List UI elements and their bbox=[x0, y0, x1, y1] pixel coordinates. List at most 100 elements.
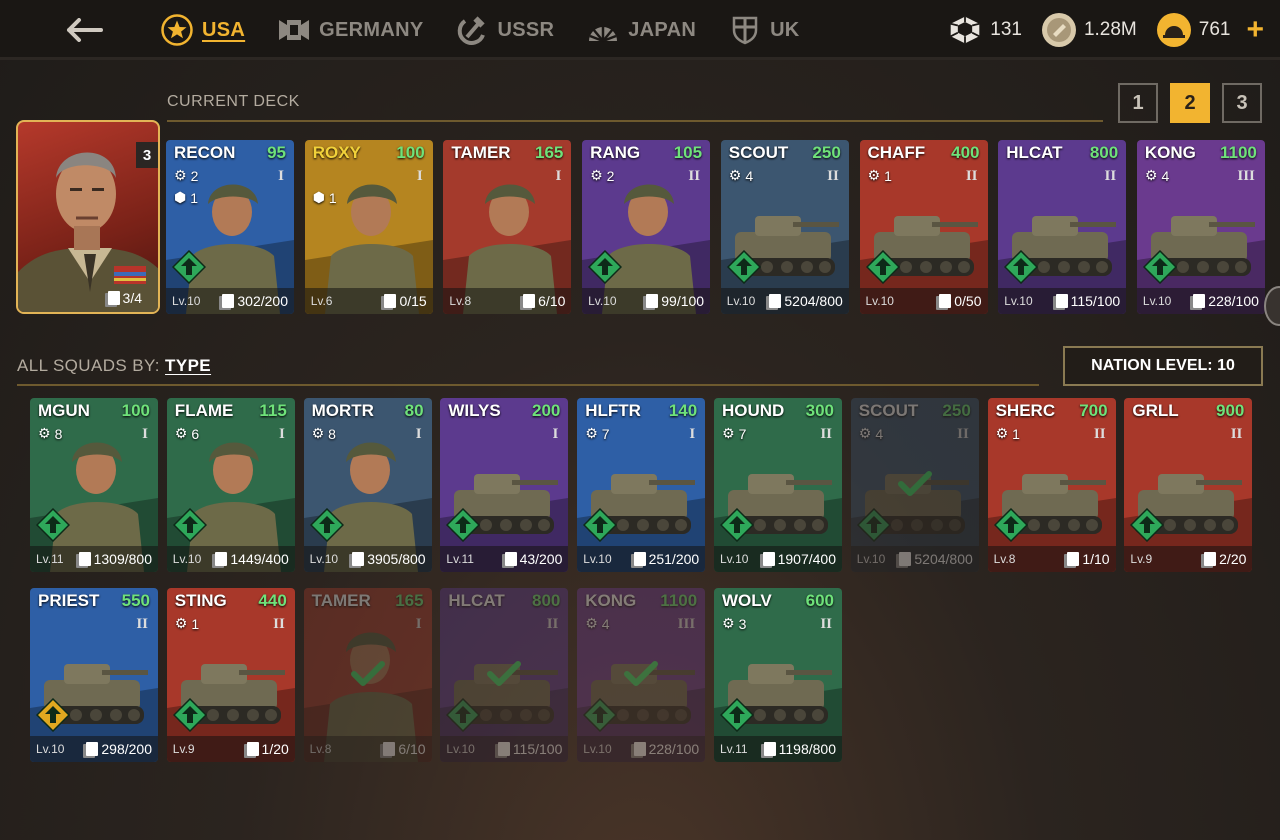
upgrade-arrow-icon[interactable] bbox=[172, 508, 207, 542]
upgrade-arrow-icon[interactable] bbox=[856, 508, 891, 542]
scroll-arrow[interactable] bbox=[1264, 286, 1280, 326]
card-squad-size-value: 7 bbox=[601, 425, 610, 442]
card-level: Lv.11 bbox=[720, 742, 748, 756]
squad-card[interactable]: RECON 95 I ⚙ 2 ⬢ 1 Lv.10 302/200 bbox=[166, 140, 294, 314]
deck-tabs: 1 2 3 bbox=[1118, 83, 1262, 123]
card-icon bbox=[633, 742, 646, 756]
card-squad-size: ⚙ 1 bbox=[175, 615, 199, 632]
silver-currency[interactable]: 1.28M bbox=[1041, 13, 1137, 47]
squad-card[interactable]: WILYS 200 I Lv.11 43/200 bbox=[440, 398, 569, 572]
gold-currency[interactable]: 761 bbox=[1156, 13, 1230, 47]
upgrade-arrow-icon[interactable] bbox=[1142, 250, 1177, 284]
card-cost: 115 bbox=[259, 401, 287, 420]
card-name: SCOUT bbox=[858, 401, 919, 420]
upgrade-arrow-icon[interactable] bbox=[726, 250, 761, 284]
deck-tab-3[interactable]: 3 bbox=[1222, 83, 1262, 123]
currency-bar: 131 1.28M 761 + bbox=[948, 0, 1264, 60]
squad-card[interactable]: SHERC 700 II ⚙ 1 Lv.8 1/10 bbox=[987, 398, 1116, 572]
upgrade-arrow-icon[interactable] bbox=[720, 698, 754, 732]
parts-currency[interactable]: 131 bbox=[948, 13, 1022, 47]
upgrade-arrow-icon[interactable] bbox=[1130, 508, 1165, 542]
gold-upgrade-icon[interactable] bbox=[36, 698, 70, 732]
squad-card[interactable]: TAMER 165 I Lv.8 6/10 bbox=[303, 588, 432, 762]
card-squad-size: ⚙ 7 bbox=[585, 425, 609, 442]
commander-card-count-text: 3/4 bbox=[122, 290, 142, 306]
upgrade-arrow-icon[interactable] bbox=[446, 698, 481, 732]
squad-card[interactable]: WOLV 600 II ⚙ 3 Lv.11 1198/800 bbox=[714, 588, 842, 762]
card-level: Lv.10 bbox=[588, 294, 617, 308]
squad-card[interactable]: MGUN 100 I ⚙ 8 Lv.11 1309/800 bbox=[30, 398, 158, 572]
card-count: 1449/400 bbox=[215, 551, 289, 567]
card-name: STING bbox=[174, 591, 227, 610]
commander-card[interactable]: 3 3/4 bbox=[16, 120, 160, 314]
squad-card[interactable]: KONG 1100 III ⚙ 4 Lv.10 228/100 bbox=[577, 588, 706, 762]
card-name: GRLL bbox=[1132, 401, 1179, 420]
upgrade-arrow-icon[interactable] bbox=[446, 508, 481, 542]
card-count-value: 0/50 bbox=[954, 293, 982, 309]
squad-card[interactable]: STING 440 II ⚙ 1 Lv.9 1/20 bbox=[166, 588, 295, 762]
soldiers-icon: ⚙ bbox=[174, 425, 188, 441]
upgrade-arrow-icon[interactable] bbox=[172, 698, 207, 732]
squad-card[interactable]: GRLL 900 II Lv.9 2/20 bbox=[1124, 398, 1253, 572]
upgrade-arrow-icon[interactable] bbox=[588, 250, 623, 284]
card-cost: 165 bbox=[395, 591, 424, 610]
upgrade-arrow-icon[interactable] bbox=[583, 508, 618, 542]
upgrade-arrow-icon[interactable] bbox=[36, 508, 70, 542]
squad-card[interactable]: ROXY 100 I ⬢ 1 Lv.6 0/15 bbox=[304, 140, 433, 314]
sort-type-button[interactable]: TYPE bbox=[165, 356, 211, 375]
tab-uk[interactable]: UK bbox=[728, 13, 800, 47]
upgrade-arrow-icon[interactable] bbox=[865, 250, 900, 284]
upgrade-arrow-icon[interactable] bbox=[172, 250, 206, 284]
deck-tab-1[interactable]: 1 bbox=[1118, 83, 1158, 123]
upgrade-arrow-icon[interactable] bbox=[309, 508, 344, 542]
card-tier: II bbox=[1093, 426, 1106, 442]
squad-card[interactable]: HOUND 300 II ⚙ 7 Lv.10 1907/400 bbox=[714, 398, 842, 572]
card-icon bbox=[762, 552, 775, 566]
card-tier: II bbox=[827, 168, 839, 184]
soldiers-icon: ⚙ bbox=[858, 425, 872, 441]
card-icon bbox=[222, 294, 235, 308]
squad-card[interactable]: FLAME 115 I ⚙ 6 Lv.10 1449/400 bbox=[166, 398, 295, 572]
current-deck-title: CURRENT DECK bbox=[167, 93, 300, 110]
buy-gold-button[interactable]: + bbox=[1246, 15, 1264, 45]
card-level: Lv.10 bbox=[1004, 294, 1033, 308]
tab-ussr[interactable]: USSR bbox=[455, 13, 554, 47]
squad-card[interactable]: HLCAT 800 II Lv.10 115/100 bbox=[998, 140, 1127, 314]
back-button[interactable] bbox=[62, 14, 106, 46]
tab-japan[interactable]: JAPAN bbox=[586, 13, 696, 47]
commander-level: 3 bbox=[136, 142, 158, 168]
card-count: 302/200 bbox=[222, 293, 288, 309]
arrow-left-icon bbox=[67, 18, 103, 42]
squad-card[interactable]: RANG 105 II ⚙ 2 Lv.10 99/100 bbox=[582, 140, 711, 314]
card-footer: Lv.8 1/10 bbox=[987, 546, 1116, 572]
squad-card[interactable]: MORTR 80 I ⚙ 8 Lv.10 3905/800 bbox=[303, 398, 432, 572]
card-icon bbox=[1055, 294, 1068, 308]
card-level: Lv.11 bbox=[36, 552, 64, 566]
squad-card[interactable]: CHAFF 400 II ⚙ 1 Lv.10 0/50 bbox=[859, 140, 988, 314]
squad-card[interactable]: HLCAT 800 II Lv.10 115/100 bbox=[440, 588, 569, 762]
squad-card[interactable]: SCOUT 250 II ⚙ 4 Lv.10 5204/800 bbox=[850, 398, 979, 572]
card-footer: Lv.10 302/200 bbox=[166, 288, 294, 314]
card-count-value: 99/100 bbox=[661, 293, 705, 309]
card-cost: 1100 bbox=[1220, 143, 1257, 162]
squad-card[interactable]: KONG 1100 III ⚙ 4 Lv.10 228/100 bbox=[1136, 140, 1265, 314]
nation-level-button[interactable]: NATION LEVEL: 10 bbox=[1063, 346, 1263, 386]
card-tier: II bbox=[820, 616, 832, 632]
squad-card[interactable]: PRIEST 550 II Lv.10 298/200 bbox=[30, 588, 158, 762]
tab-germany[interactable]: GERMANY bbox=[277, 13, 423, 47]
tab-usa[interactable]: USA bbox=[160, 13, 245, 47]
card-cost: 100 bbox=[121, 401, 150, 420]
card-count: 228/100 bbox=[1193, 293, 1259, 309]
card-name: SHERC bbox=[995, 401, 1056, 420]
upgrade-arrow-icon[interactable] bbox=[720, 508, 754, 542]
deck-tab-2[interactable]: 2 bbox=[1170, 83, 1210, 123]
squad-card[interactable]: HLFTR 140 I ⚙ 7 Lv.10 251/200 bbox=[577, 398, 706, 572]
squad-card[interactable]: TAMER 165 I Lv.8 6/10 bbox=[443, 140, 572, 314]
upgrade-arrow-icon[interactable] bbox=[583, 698, 618, 732]
soldiers-icon: ⚙ bbox=[311, 425, 325, 441]
card-tier: II bbox=[273, 616, 285, 632]
upgrade-arrow-icon[interactable] bbox=[993, 508, 1028, 542]
card-cost: 200 bbox=[532, 401, 561, 420]
squad-card[interactable]: SCOUT 250 II ⚙ 4 Lv.10 5204/800 bbox=[720, 140, 849, 314]
upgrade-arrow-icon[interactable] bbox=[1004, 250, 1039, 284]
